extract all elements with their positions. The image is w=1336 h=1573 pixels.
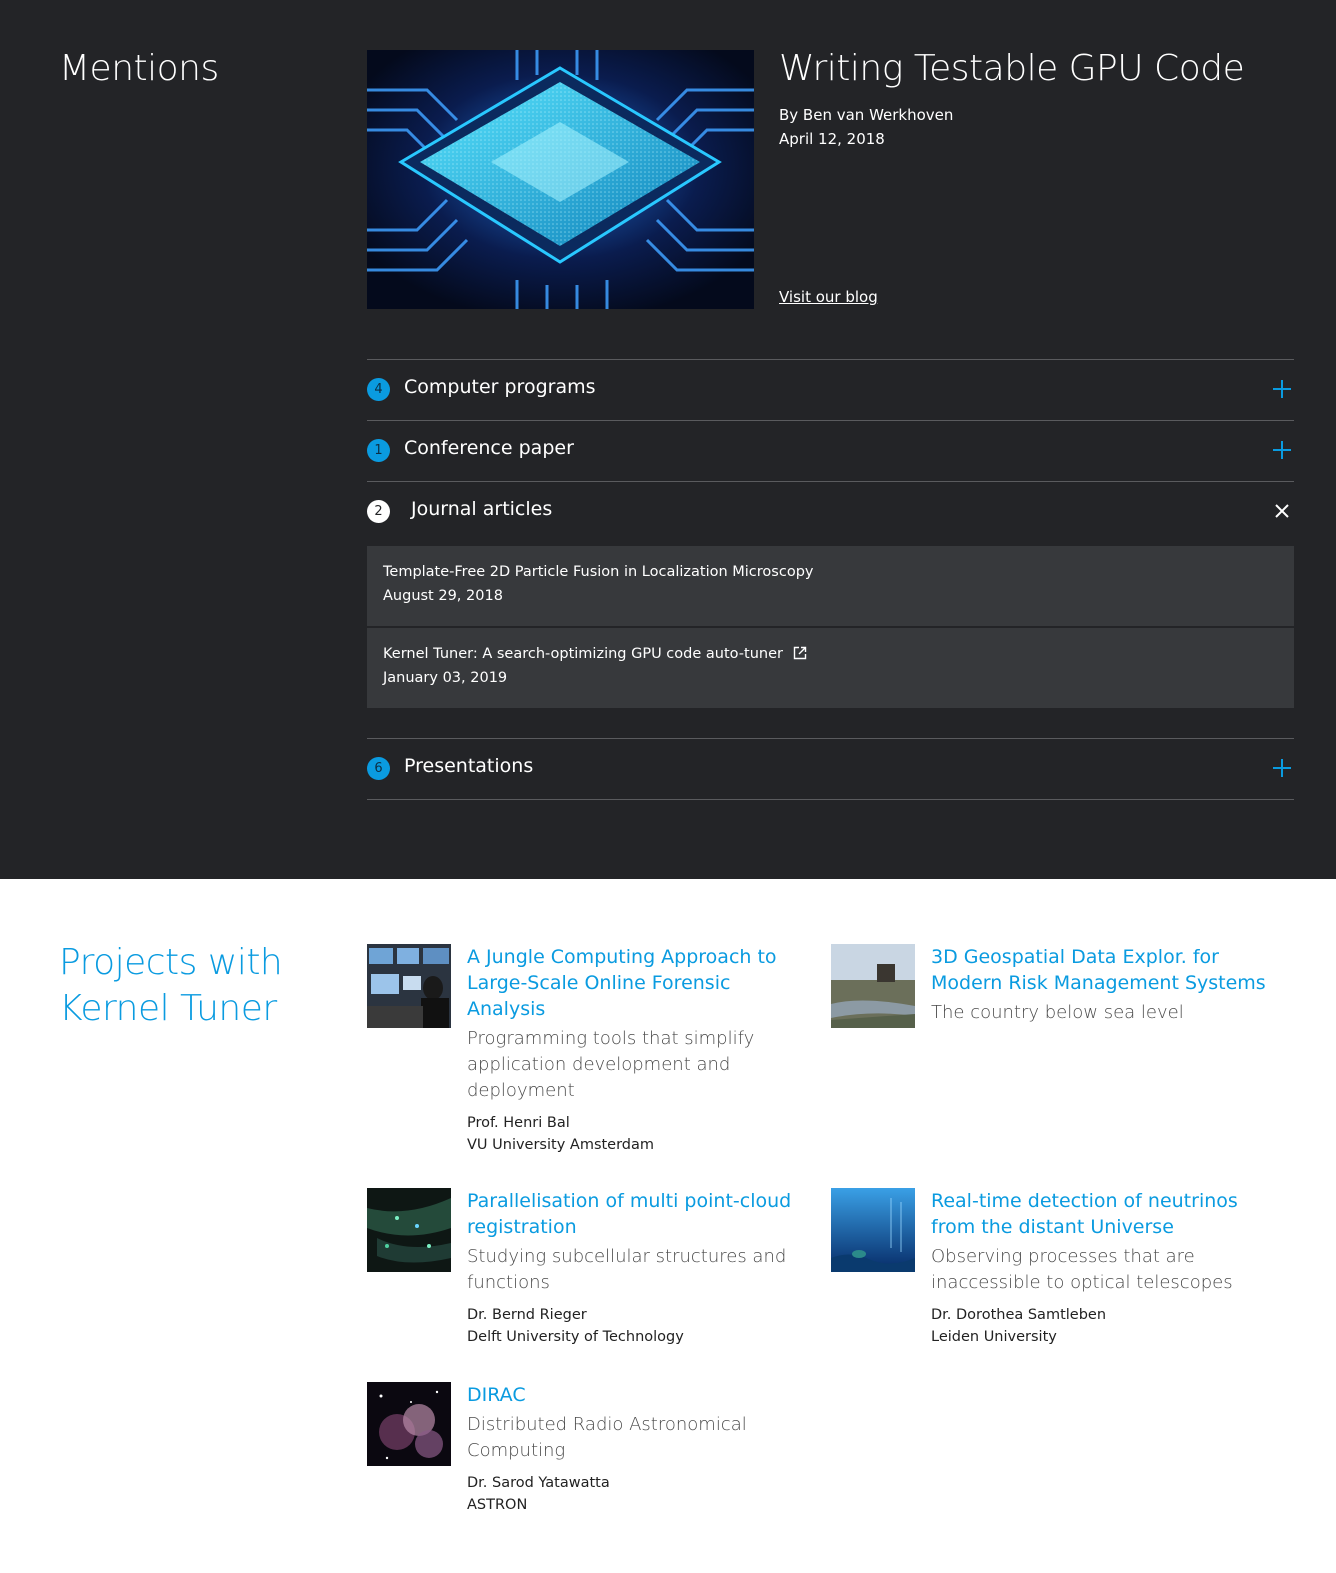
count-badge: 6: [367, 757, 390, 780]
projects-heading-line: Kernel Tuner: [59, 988, 277, 1029]
project-card[interactable]: Real-time detection of neutrinos from th…: [831, 1188, 1261, 1348]
project-title-line: DIRAC: [467, 1384, 526, 1406]
blog-author: By Ben van Werkhoven: [779, 106, 954, 124]
project-organization: ASTRON: [467, 1497, 528, 1513]
project-title[interactable]: A Jungle Computing Approach to Large-Sca…: [467, 944, 807, 1022]
accordion-computer-programs[interactable]: 4 Computer programs: [367, 359, 1294, 420]
project-body: DIRAC Distributed Radio Astronomical Com…: [467, 1382, 807, 1516]
project-title-line: A Jungle Computing Approach to: [467, 946, 777, 968]
project-thumbnail[interactable]: [367, 1188, 451, 1272]
project-title-line: Parallelisation of multi point-cloud: [467, 1190, 792, 1212]
accordion-label: Computer programs: [404, 376, 596, 398]
project-person: Dr. Bernd Rieger: [467, 1307, 587, 1323]
plus-icon[interactable]: [1270, 377, 1294, 401]
project-card[interactable]: DIRAC Distributed Radio Astronomical Com…: [367, 1382, 797, 1522]
project-desc-line: Computing: [467, 1440, 566, 1461]
article-title: Template-Free 2D Particle Fusion in Loca…: [383, 564, 814, 580]
project-body: 3D Geospatial Data Explor. for Modern Ri…: [931, 944, 1271, 1026]
project-title[interactable]: DIRAC: [467, 1382, 807, 1408]
close-icon[interactable]: [1270, 499, 1294, 523]
project-title-line: Analysis: [467, 998, 546, 1020]
project-desc-line: Observing processes that are: [931, 1246, 1195, 1267]
project-body: Real-time detection of neutrinos from th…: [931, 1188, 1271, 1348]
projects-heading: Projects with Kernel Tuner: [59, 940, 283, 1032]
accordion-presentations[interactable]: 6 Presentations: [367, 738, 1294, 800]
project-description: Observing processes that are inaccessibl…: [931, 1244, 1271, 1296]
article-title-wrap: Kernel Tuner: A search-optimizing GPU co…: [383, 646, 807, 664]
project-desc-line: functions: [467, 1272, 550, 1293]
accordion-label: Conference paper: [404, 437, 574, 459]
blog-date: April 12, 2018: [779, 130, 885, 148]
count-badge: 2: [367, 500, 390, 523]
project-desc-line: Distributed Radio Astronomical: [467, 1414, 747, 1435]
project-description: The country below sea level: [931, 1000, 1271, 1026]
project-title-line: Modern Risk Management Systems: [931, 972, 1266, 994]
plus-icon[interactable]: [1270, 756, 1294, 780]
project-desc-line: Programming tools that simplify: [467, 1028, 755, 1049]
project-card[interactable]: Parallelisation of multi point-cloud reg…: [367, 1188, 797, 1348]
blog-title: Writing Testable GPU Code: [779, 48, 1245, 89]
project-title[interactable]: Parallelisation of multi point-cloud reg…: [467, 1188, 807, 1240]
project-title-line: Real-time detection of neutrinos: [931, 1190, 1238, 1212]
mentions-section: Mentions Writing Testable GPU Code By Be…: [0, 0, 1336, 879]
project-body: Parallelisation of multi point-cloud reg…: [467, 1188, 807, 1348]
article-title: Kernel Tuner: A search-optimizing GPU co…: [383, 646, 783, 662]
project-description: Distributed Radio Astronomical Computing: [467, 1412, 807, 1464]
project-desc-line: Studying subcellular structures and: [467, 1246, 787, 1267]
project-description: Programming tools that simplify applicat…: [467, 1026, 807, 1104]
project-organization: Leiden University: [931, 1329, 1057, 1345]
project-title-line: 3D Geospatial Data Explor. for: [931, 946, 1219, 968]
project-thumbnail[interactable]: [831, 1188, 915, 1272]
projects-heading-line: Projects with: [59, 942, 283, 983]
project-desc-line: deployment: [467, 1080, 575, 1101]
gpu-chip-image: [367, 50, 754, 309]
project-desc-line: application development and: [467, 1054, 731, 1075]
project-title[interactable]: Real-time detection of neutrinos from th…: [931, 1188, 1271, 1240]
mentions-heading: Mentions: [59, 48, 219, 89]
project-description: Studying subcellular structures and func…: [467, 1244, 807, 1296]
project-title-line: from the distant Universe: [931, 1216, 1174, 1238]
accordion-label: Journal articles: [411, 498, 553, 520]
project-person: Dr. Dorothea Samtleben: [931, 1307, 1107, 1323]
project-card[interactable]: A Jungle Computing Approach to Large-Sca…: [367, 944, 797, 1154]
project-desc-line: inaccessible to optical telescopes: [931, 1272, 1233, 1293]
project-card[interactable]: 3D Geospatial Data Explor. for Modern Ri…: [831, 944, 1266, 1064]
project-thumbnail[interactable]: [831, 944, 915, 1028]
project-title-line: Large-Scale Online Forensic: [467, 972, 731, 994]
visit-blog-link[interactable]: Visit our blog: [779, 288, 878, 306]
project-person: Prof. Henri Bal: [467, 1115, 570, 1131]
journal-article-item[interactable]: Template-Free 2D Particle Fusion in Loca…: [367, 546, 1294, 626]
article-date: August 29, 2018: [383, 588, 503, 604]
project-person: Dr. Sarod Yatawatta: [467, 1475, 610, 1491]
project-thumbnail[interactable]: [367, 944, 451, 1028]
project-organization: VU University Amsterdam: [467, 1137, 655, 1153]
accordion-conference-paper[interactable]: 1 Conference paper: [367, 420, 1294, 481]
plus-icon[interactable]: [1270, 438, 1294, 462]
count-badge: 4: [367, 378, 390, 401]
article-date: January 03, 2019: [383, 670, 508, 686]
blog-image[interactable]: [367, 50, 754, 309]
accordion-journal-articles[interactable]: 2 Journal articles: [367, 481, 1294, 542]
project-title[interactable]: 3D Geospatial Data Explor. for Modern Ri…: [931, 944, 1271, 996]
project-thumbnail[interactable]: [367, 1382, 451, 1466]
project-organization: Delft University of Technology: [467, 1329, 684, 1345]
accordion-label: Presentations: [404, 755, 534, 777]
count-badge: 1: [367, 439, 390, 462]
project-desc-line: The country below sea level: [931, 1002, 1184, 1023]
project-body: A Jungle Computing Approach to Large-Sca…: [467, 944, 807, 1156]
journal-article-item[interactable]: Kernel Tuner: A search-optimizing GPU co…: [367, 628, 1294, 708]
project-title-line: registration: [467, 1216, 577, 1238]
external-link-icon[interactable]: [793, 646, 807, 664]
